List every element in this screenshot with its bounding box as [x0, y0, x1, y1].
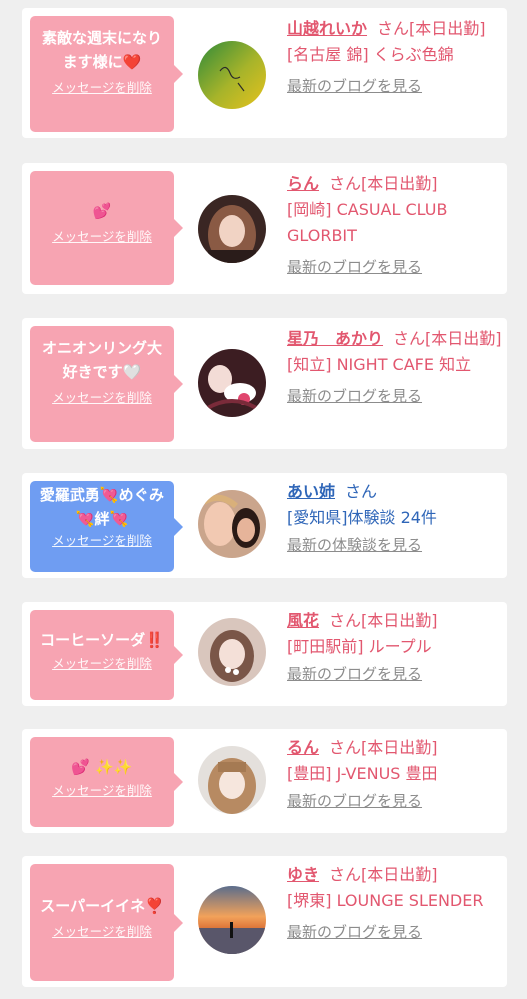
profile-status: さん[本日出勤]: [329, 738, 438, 757]
delete-message-link[interactable]: メッセージを削除: [36, 533, 168, 549]
profile-name-link[interactable]: あい姉: [287, 482, 335, 501]
message-card: 💕 ✨✨ メッセージを削除 るん さん[本日出勤] [豊田] J-VENUS 豊田…: [22, 729, 507, 833]
latest-blog-link[interactable]: 最新のブログを見る: [287, 664, 502, 684]
avatar-image: [198, 41, 266, 109]
profile-name-link[interactable]: 星乃 あかり: [287, 329, 383, 348]
latest-blog-link[interactable]: 最新のブログを見る: [287, 922, 502, 942]
message-bubble: 素敵な週末になります様に❤️ メッセージを削除: [30, 16, 183, 132]
profile-name-link[interactable]: 山越れいか: [287, 19, 367, 38]
delete-message-link[interactable]: メッセージを削除: [36, 924, 168, 940]
message-text: コーヒーソーダ‼️: [40, 631, 164, 649]
avatar[interactable]: [198, 618, 266, 686]
latest-blog-link[interactable]: 最新のブログを見る: [287, 386, 502, 406]
shop-info: [町田駅前] ループル: [287, 637, 432, 656]
message-card: 💕 メッセージを削除 らん さん[本日出勤] [岡崎] CASUAL CLUB G…: [22, 163, 507, 294]
message-list: 素敵な週末になります様に❤️ メッセージを削除 山越れいか さん[本日出勤] [名…: [0, 0, 527, 999]
latest-review-link[interactable]: 最新の体験談を見る: [287, 535, 502, 555]
avatar[interactable]: [198, 41, 266, 109]
profile-info: 星乃 あかり さん[本日出勤] [知立] NIGHT CAFE 知立 最新のブログ…: [287, 326, 502, 406]
message-card: 愛羅武勇💘めぐみ💘絆💘 メッセージを削除 あい姉 さん [愛知県]体験談 24件 …: [22, 473, 507, 578]
latest-blog-link[interactable]: 最新のブログを見る: [287, 791, 502, 811]
profile-info: 風花 さん[本日出勤] [町田駅前] ループル 最新のブログを見る: [287, 608, 502, 684]
message-bubble: オニオンリング大好きです🤍 メッセージを削除: [30, 326, 183, 442]
profile-name-link[interactable]: るん: [287, 738, 319, 757]
profile-status: さん: [345, 482, 378, 501]
message-card: スーパーイイネ❣️ メッセージを削除 ゆき さん[本日出勤] [堺東] LOUNG…: [22, 856, 507, 987]
delete-message-link[interactable]: メッセージを削除: [36, 390, 168, 406]
avatar-image: [198, 746, 266, 814]
profile-status: さん[本日出勤]: [377, 19, 486, 38]
profile-info: あい姉 さん [愛知県]体験談 24件 最新の体験談を見る: [287, 479, 502, 555]
message-text: 愛羅武勇💘めぐみ💘絆💘: [39, 486, 165, 528]
avatar-image: [198, 886, 266, 954]
message-bubble: コーヒーソーダ‼️ メッセージを削除: [30, 610, 183, 700]
shop-info: [愛知県]体験談 24件: [287, 508, 437, 527]
latest-blog-link[interactable]: 最新のブログを見る: [287, 76, 502, 96]
message-bubble: 💕 メッセージを削除: [30, 171, 183, 285]
delete-message-link[interactable]: メッセージを削除: [36, 80, 168, 96]
shop-info: [豊田] J-VENUS 豊田: [287, 764, 438, 783]
message-text: 素敵な週末になります様に❤️: [41, 29, 162, 71]
message-text: スーパーイイネ❣️: [40, 897, 164, 915]
message-bubble: スーパーイイネ❣️ メッセージを削除: [30, 864, 183, 981]
message-text: オニオンリング大好きです🤍: [41, 339, 162, 381]
delete-message-link[interactable]: メッセージを削除: [36, 229, 168, 245]
avatar[interactable]: [198, 349, 266, 417]
profile-status: さん[本日出勤]: [393, 329, 502, 348]
avatar[interactable]: [198, 490, 266, 558]
message-bubble: 💕 ✨✨ メッセージを削除: [30, 737, 183, 827]
profile-name-link[interactable]: 風花: [287, 611, 319, 630]
avatar-image: [198, 195, 266, 263]
message-card: コーヒーソーダ‼️ メッセージを削除 風花 さん[本日出勤] [町田駅前] ループ…: [22, 602, 507, 706]
avatar-image: [198, 349, 266, 417]
shop-info: [岡崎] CASUAL CLUB GLORBIT: [287, 200, 448, 245]
avatar[interactable]: [198, 746, 266, 814]
shop-info: [知立] NIGHT CAFE 知立: [287, 355, 472, 374]
avatar[interactable]: [198, 195, 266, 263]
profile-name-link[interactable]: ゆき: [287, 865, 319, 884]
profile-status: さん[本日出勤]: [329, 174, 438, 193]
profile-info: ゆき さん[本日出勤] [堺東] LOUNGE SLENDER 最新のブログを見る: [287, 862, 502, 942]
avatar[interactable]: [198, 886, 266, 954]
latest-blog-link[interactable]: 最新のブログを見る: [287, 257, 502, 277]
profile-info: 山越れいか さん[本日出勤] [名古屋 錦] くらぶ色錦 最新のブログを見る: [287, 16, 502, 96]
message-card: オニオンリング大好きです🤍 メッセージを削除 星乃 あかり さん[本日出勤] [知…: [22, 318, 507, 449]
delete-message-link[interactable]: メッセージを削除: [36, 783, 168, 799]
profile-status: さん[本日出勤]: [329, 865, 438, 884]
profile-status: さん[本日出勤]: [329, 611, 438, 630]
message-text: 💕: [92, 202, 112, 220]
profile-info: るん さん[本日出勤] [豊田] J-VENUS 豊田 最新のブログを見る: [287, 735, 502, 811]
avatar-image: [198, 618, 266, 686]
message-bubble: 愛羅武勇💘めぐみ💘絆💘 メッセージを削除: [30, 481, 183, 572]
delete-message-link[interactable]: メッセージを削除: [36, 656, 168, 672]
avatar-image: [198, 490, 266, 558]
profile-name-link[interactable]: らん: [287, 174, 319, 193]
message-card: 素敵な週末になります様に❤️ メッセージを削除 山越れいか さん[本日出勤] [名…: [22, 8, 507, 138]
message-text: 💕 ✨✨: [71, 758, 133, 776]
shop-info: [堺東] LOUNGE SLENDER: [287, 891, 484, 910]
shop-info: [名古屋 錦] くらぶ色錦: [287, 45, 454, 64]
profile-info: らん さん[本日出勤] [岡崎] CASUAL CLUB GLORBIT 最新のブ…: [287, 171, 502, 277]
